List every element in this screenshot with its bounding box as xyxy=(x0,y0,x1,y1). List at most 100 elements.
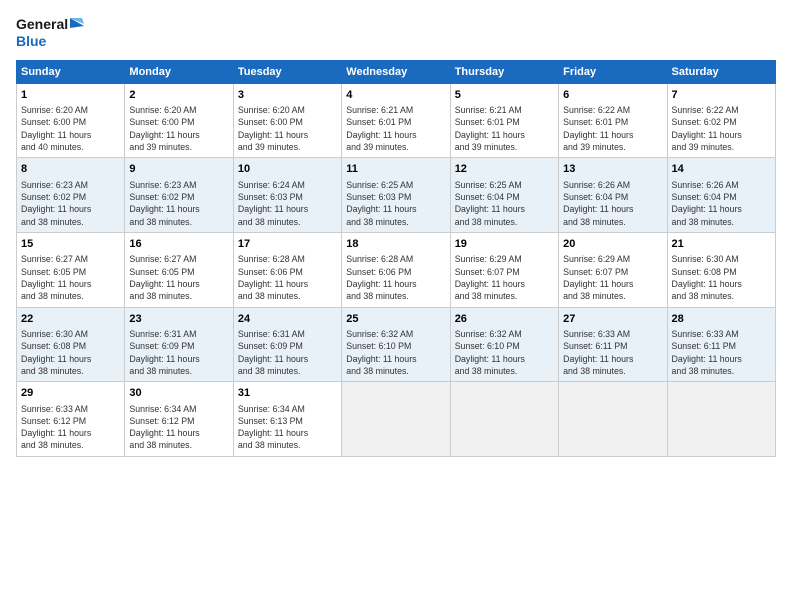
table-cell: 20Sunrise: 6:29 AMSunset: 6:07 PMDayligh… xyxy=(559,232,667,307)
day-info: Sunrise: 6:20 AMSunset: 6:00 PMDaylight:… xyxy=(21,104,120,153)
day-number: 12 xyxy=(455,162,554,177)
day-number: 4 xyxy=(346,88,445,103)
table-cell: 18Sunrise: 6:28 AMSunset: 6:06 PMDayligh… xyxy=(342,232,450,307)
day-info: Sunrise: 6:26 AMSunset: 6:04 PMDaylight:… xyxy=(672,179,771,228)
day-info: Sunrise: 6:29 AMSunset: 6:07 PMDaylight:… xyxy=(563,253,662,302)
day-info: Sunrise: 6:22 AMSunset: 6:01 PMDaylight:… xyxy=(563,104,662,153)
calendar-week-row: 22Sunrise: 6:30 AMSunset: 6:08 PMDayligh… xyxy=(17,307,776,382)
table-cell: 13Sunrise: 6:26 AMSunset: 6:04 PMDayligh… xyxy=(559,158,667,233)
day-info: Sunrise: 6:31 AMSunset: 6:09 PMDaylight:… xyxy=(129,328,228,377)
day-number: 7 xyxy=(672,88,771,103)
day-info: Sunrise: 6:32 AMSunset: 6:10 PMDaylight:… xyxy=(455,328,554,377)
day-number: 20 xyxy=(563,237,662,252)
day-info: Sunrise: 6:25 AMSunset: 6:04 PMDaylight:… xyxy=(455,179,554,228)
calendar-table: Sunday Monday Tuesday Wednesday Thursday… xyxy=(16,60,776,457)
day-info: Sunrise: 6:32 AMSunset: 6:10 PMDaylight:… xyxy=(346,328,445,377)
day-info: Sunrise: 6:34 AMSunset: 6:13 PMDaylight:… xyxy=(238,403,337,452)
col-monday: Monday xyxy=(125,60,233,83)
table-cell: 28Sunrise: 6:33 AMSunset: 6:11 PMDayligh… xyxy=(667,307,775,382)
table-cell: 9 Sunrise: 6:23 AMSunset: 6:02 PMDaylight… xyxy=(125,158,233,233)
day-info: Sunrise: 6:25 AMSunset: 6:03 PMDaylight:… xyxy=(346,179,445,228)
table-cell: 25Sunrise: 6:32 AMSunset: 6:10 PMDayligh… xyxy=(342,307,450,382)
table-cell: 14Sunrise: 6:26 AMSunset: 6:04 PMDayligh… xyxy=(667,158,775,233)
col-tuesday: Tuesday xyxy=(233,60,341,83)
table-cell: 5Sunrise: 6:21 AMSunset: 6:01 PMDaylight… xyxy=(450,83,558,158)
calendar-week-row: 15Sunrise: 6:27 AMSunset: 6:05 PMDayligh… xyxy=(17,232,776,307)
table-cell xyxy=(450,382,558,457)
day-number: 28 xyxy=(672,312,771,327)
header-row: Sunday Monday Tuesday Wednesday Thursday… xyxy=(17,60,776,83)
table-cell xyxy=(667,382,775,457)
table-cell: 15Sunrise: 6:27 AMSunset: 6:05 PMDayligh… xyxy=(17,232,125,307)
day-info: Sunrise: 6:27 AMSunset: 6:05 PMDaylight:… xyxy=(21,253,120,302)
col-wednesday: Wednesday xyxy=(342,60,450,83)
day-number: 17 xyxy=(238,237,337,252)
table-cell: 31 Sunrise: 6:34 AMSunset: 6:13 PMDayligh… xyxy=(233,382,341,457)
day-info: Sunrise: 6:21 AMSunset: 6:01 PMDaylight:… xyxy=(455,104,554,153)
day-number: 19 xyxy=(455,237,554,252)
table-cell: 24Sunrise: 6:31 AMSunset: 6:09 PMDayligh… xyxy=(233,307,341,382)
table-cell: 3Sunrise: 6:20 AMSunset: 6:00 PMDaylight… xyxy=(233,83,341,158)
col-saturday: Saturday xyxy=(667,60,775,83)
day-number: 29 xyxy=(21,386,120,401)
table-cell xyxy=(342,382,450,457)
day-info: Sunrise: 6:33 AMSunset: 6:11 PMDaylight:… xyxy=(672,328,771,377)
day-number: 18 xyxy=(346,237,445,252)
table-cell xyxy=(559,382,667,457)
table-cell: 17Sunrise: 6:28 AMSunset: 6:06 PMDayligh… xyxy=(233,232,341,307)
day-number: 16 xyxy=(129,237,228,252)
day-info: Sunrise: 6:33 AMSunset: 6:12 PMDaylight:… xyxy=(21,403,120,452)
day-info: Sunrise: 6:27 AMSunset: 6:05 PMDaylight:… xyxy=(129,253,228,302)
table-cell: 27Sunrise: 6:33 AMSunset: 6:11 PMDayligh… xyxy=(559,307,667,382)
day-number: 25 xyxy=(346,312,445,327)
day-info: Sunrise: 6:28 AMSunset: 6:06 PMDaylight:… xyxy=(238,253,337,302)
col-sunday: Sunday xyxy=(17,60,125,83)
day-info: Sunrise: 6:33 AMSunset: 6:11 PMDaylight:… xyxy=(563,328,662,377)
page-header: General Blue xyxy=(16,16,776,50)
day-info: Sunrise: 6:30 AMSunset: 6:08 PMDaylight:… xyxy=(672,253,771,302)
table-cell: 10Sunrise: 6:24 AMSunset: 6:03 PMDayligh… xyxy=(233,158,341,233)
day-info: Sunrise: 6:23 AMSunset: 6:02 PMDaylight:… xyxy=(129,179,228,228)
table-cell: 16Sunrise: 6:27 AMSunset: 6:05 PMDayligh… xyxy=(125,232,233,307)
day-info: Sunrise: 6:23 AMSunset: 6:02 PMDaylight:… xyxy=(21,179,120,228)
day-number: 26 xyxy=(455,312,554,327)
day-number: 13 xyxy=(563,162,662,177)
day-number: 23 xyxy=(129,312,228,327)
table-cell: 26Sunrise: 6:32 AMSunset: 6:10 PMDayligh… xyxy=(450,307,558,382)
table-cell: 12 Sunrise: 6:25 AMSunset: 6:04 PMDayligh… xyxy=(450,158,558,233)
day-number: 31 xyxy=(238,386,337,401)
table-cell: 6Sunrise: 6:22 AMSunset: 6:01 PMDaylight… xyxy=(559,83,667,158)
day-info: Sunrise: 6:30 AMSunset: 6:08 PMDaylight:… xyxy=(21,328,120,377)
calendar-week-row: 29 Sunrise: 6:33 AMSunset: 6:12 PMDayligh… xyxy=(17,382,776,457)
day-info: Sunrise: 6:20 AMSunset: 6:00 PMDaylight:… xyxy=(238,104,337,153)
day-info: Sunrise: 6:20 AMSunset: 6:00 PMDaylight:… xyxy=(129,104,228,153)
day-info: Sunrise: 6:34 AMSunset: 6:12 PMDaylight:… xyxy=(129,403,228,452)
table-cell: 11 Sunrise: 6:25 AMSunset: 6:03 PMDayligh… xyxy=(342,158,450,233)
day-info: Sunrise: 6:29 AMSunset: 6:07 PMDaylight:… xyxy=(455,253,554,302)
day-number: 8 xyxy=(21,162,120,177)
day-number: 30 xyxy=(129,386,228,401)
day-info: Sunrise: 6:28 AMSunset: 6:06 PMDaylight:… xyxy=(346,253,445,302)
day-info: Sunrise: 6:22 AMSunset: 6:02 PMDaylight:… xyxy=(672,104,771,153)
day-number: 11 xyxy=(346,162,445,177)
table-cell: 8 Sunrise: 6:23 AMSunset: 6:02 PMDaylight… xyxy=(17,158,125,233)
table-cell: 1Sunrise: 6:20 AMSunset: 6:00 PMDaylight… xyxy=(17,83,125,158)
day-number: 22 xyxy=(21,312,120,327)
table-cell: 7Sunrise: 6:22 AMSunset: 6:02 PMDaylight… xyxy=(667,83,775,158)
day-number: 21 xyxy=(672,237,771,252)
calendar-week-row: 8 Sunrise: 6:23 AMSunset: 6:02 PMDaylight… xyxy=(17,158,776,233)
table-cell: 23Sunrise: 6:31 AMSunset: 6:09 PMDayligh… xyxy=(125,307,233,382)
day-number: 5 xyxy=(455,88,554,103)
table-cell: 19Sunrise: 6:29 AMSunset: 6:07 PMDayligh… xyxy=(450,232,558,307)
logo: General Blue xyxy=(16,16,86,50)
table-cell: 22Sunrise: 6:30 AMSunset: 6:08 PMDayligh… xyxy=(17,307,125,382)
table-cell: 30 Sunrise: 6:34 AMSunset: 6:12 PMDayligh… xyxy=(125,382,233,457)
day-number: 15 xyxy=(21,237,120,252)
day-number: 9 xyxy=(129,162,228,177)
day-info: Sunrise: 6:24 AMSunset: 6:03 PMDaylight:… xyxy=(238,179,337,228)
calendar-page: General Blue Sunday Monday Tuesday Wedne… xyxy=(0,0,792,612)
table-cell: 29 Sunrise: 6:33 AMSunset: 6:12 PMDayligh… xyxy=(17,382,125,457)
day-number: 27 xyxy=(563,312,662,327)
col-friday: Friday xyxy=(559,60,667,83)
day-number: 3 xyxy=(238,88,337,103)
